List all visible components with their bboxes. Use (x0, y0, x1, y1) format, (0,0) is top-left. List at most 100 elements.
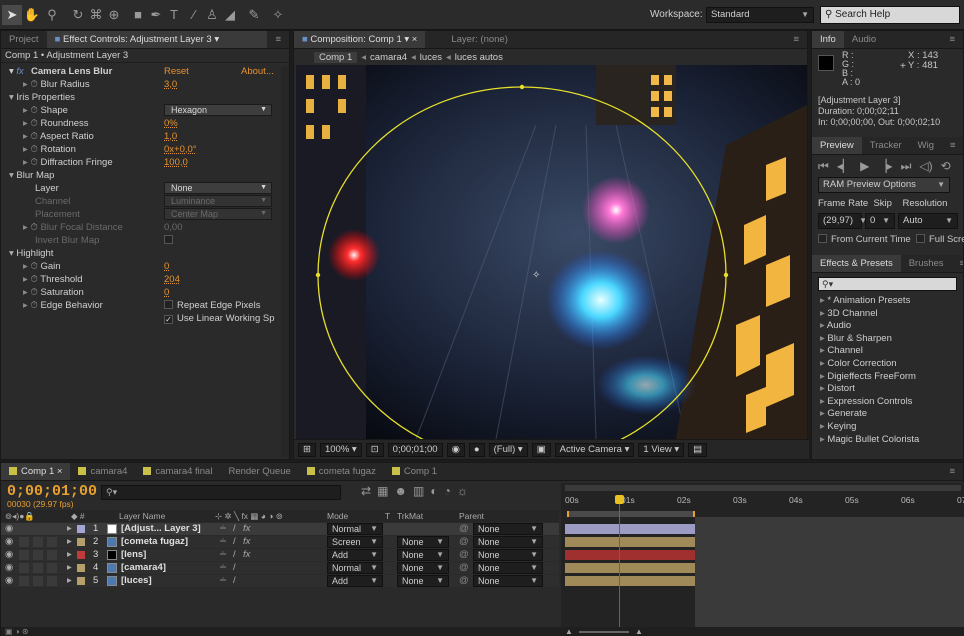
tab-layer[interactable]: Layer: (none) (443, 31, 516, 48)
stopwatch-icon[interactable]: ▸ ⏱ (23, 274, 40, 285)
effects-category-item[interactable]: ▸ Audio (812, 320, 963, 333)
layer-label-color[interactable] (77, 525, 85, 533)
layer-search-input[interactable]: ⚲▾ (101, 485, 341, 500)
brush-tool-icon[interactable]: ∕ (184, 5, 204, 25)
current-time-indicator[interactable] (619, 497, 620, 636)
from-current-time-checkbox[interactable] (818, 234, 827, 243)
pick-whip-icon[interactable]: @ (459, 562, 469, 574)
pick-whip-icon[interactable]: @ (459, 523, 469, 535)
fx-switch-icon[interactable]: fx (243, 536, 250, 548)
audio-toggle[interactable] (19, 550, 29, 560)
solo-toggle[interactable] (33, 563, 43, 573)
tab-timeline-comp[interactable]: Comp 1 (384, 463, 445, 480)
tab-tracker[interactable]: Tracker (862, 137, 910, 154)
pick-whip-icon[interactable]: @ (459, 536, 469, 548)
composition-viewer[interactable]: ✧ (296, 65, 807, 439)
effect-param-dropdown[interactable]: Hexagon ▼ (164, 104, 272, 116)
resolution-dropdown[interactable]: (Full) ▾ (488, 442, 528, 457)
layer-row[interactable]: ◉ ▸ 5 [luces] ∸ / Add ▼ None ▼ @ None ▼ (1, 575, 559, 587)
expand-layer-icon[interactable]: ▸ (67, 562, 72, 574)
effect-row[interactable]: Layer None ▼ (1, 182, 289, 195)
breadcrumb-camara4[interactable]: camara4 (370, 52, 407, 63)
layer-row[interactable]: ◉ ▸ 4 [camara4] ∸ / Normal ▼ None ▼ @ None ▼ (1, 562, 559, 574)
panel-menu-icon[interactable]: ≡ (941, 31, 963, 48)
stopwatch-icon[interactable]: ▸ ⏱ (23, 118, 40, 129)
layer-duration-bar[interactable] (565, 576, 695, 586)
zoom-dropdown[interactable]: 100% ▾ (319, 442, 362, 457)
layer-name[interactable]: [luces] (121, 575, 152, 587)
workspace-dropdown[interactable]: Standard ▼ (706, 7, 814, 23)
effect-param-checkbox[interactable]: ✓ Use Linear Working Sp (164, 312, 275, 325)
timecode-field[interactable]: 0;00;01;00 (387, 442, 443, 457)
zoom-in-icon[interactable]: ▲ (635, 627, 643, 636)
stopwatch-icon[interactable]: ▸ ⏱ (23, 261, 40, 272)
zoom-slider[interactable] (579, 631, 629, 633)
effect-row[interactable]: ▸ ⏱ Gain 0 (1, 260, 289, 273)
effect-param-checkbox[interactable] (164, 234, 177, 247)
draft-3d-icon[interactable]: ▦ (377, 484, 394, 498)
quality-switch[interactable]: / (233, 575, 236, 587)
pan-behind-tool-icon[interactable]: ⊕ (104, 5, 124, 25)
effect-row[interactable]: ▸ ⏱ Blur Focal Distance 0,00 (1, 221, 289, 234)
effect-row[interactable]: ▸ ⏱ Roundness 0% (1, 117, 289, 130)
pick-whip-icon[interactable]: @ (459, 575, 469, 587)
selection-tool-icon[interactable]: ➤ (2, 5, 22, 25)
tab-timeline-comp[interactable]: camara4 (70, 463, 135, 480)
layer-duration-bar[interactable] (565, 550, 695, 560)
view-layout-dropdown[interactable]: 1 View ▾ (638, 442, 685, 457)
effect-param-value[interactable]: 0 (164, 260, 169, 273)
panel-menu-icon[interactable]: ≡ (785, 31, 807, 48)
solo-toggle[interactable] (33, 524, 43, 534)
quality-switch[interactable]: / (233, 536, 236, 548)
parent-dropdown[interactable]: None ▼ (473, 575, 543, 587)
layer-duration-bar[interactable] (565, 537, 695, 547)
checkbox-icon[interactable] (164, 300, 173, 309)
effect-param-value[interactable]: 0,00 (164, 221, 183, 234)
effects-category-item[interactable]: ▸ Digieffects FreeForm (812, 371, 963, 384)
effects-category-item[interactable]: ▸ Color Correction (812, 358, 963, 371)
effect-row[interactable]: ▾ Iris Properties (1, 91, 289, 104)
effects-category-item[interactable]: ▸ Magic Bullet Colorista (812, 434, 963, 447)
tab-project[interactable]: Project (1, 31, 47, 48)
eraser-tool-icon[interactable]: ◢ (220, 5, 240, 25)
fast-preview-icon[interactable]: ▤ (688, 442, 708, 457)
effect-row[interactable]: Placement Center Map ▼ (1, 208, 289, 221)
tab-preview[interactable]: Preview (812, 137, 862, 154)
layer-label-color[interactable] (77, 564, 85, 572)
effect-row[interactable]: Channel Luminance ▼ (1, 195, 289, 208)
reset-link[interactable]: Reset (164, 65, 189, 78)
audio-toggle[interactable] (19, 524, 29, 534)
effect-row[interactable]: ▸ ⏱ Aspect Ratio 1,0 (1, 130, 289, 143)
safe-area-icon[interactable]: ⊡ (365, 442, 384, 457)
tab-composition[interactable]: ■ Composition: Comp 1 ▾ × (294, 31, 426, 48)
effect-param-dropdown[interactable]: Center Map ▼ (164, 208, 272, 220)
effect-param-dropdown[interactable]: Luminance ▼ (164, 195, 272, 207)
blend-mode-dropdown[interactable]: Normal ▼ (327, 562, 383, 574)
disclosure-triangle-icon[interactable]: ▸ (820, 320, 827, 331)
effect-param-value[interactable]: 1,0 (164, 130, 177, 143)
hand-tool-icon[interactable]: ✋ (22, 5, 42, 25)
search-help-input[interactable]: ⚲ Search Help (820, 6, 960, 24)
graph-editor-icon[interactable]: ◔ (444, 484, 457, 498)
stopwatch-icon[interactable]: ▸ ⏱ (23, 287, 40, 298)
panel-menu-icon[interactable]: ≡ (941, 463, 963, 480)
effects-category-item[interactable]: ▸ * Animation Presets (812, 295, 963, 308)
fx-switch-icon[interactable]: fx (243, 549, 250, 561)
effect-param-dropdown[interactable]: None ▼ (164, 182, 272, 194)
tab-timeline-comp[interactable]: Comp 1 × (1, 463, 71, 480)
effects-category-item[interactable]: ▸ Distort (812, 383, 963, 396)
layer-label-color[interactable] (77, 577, 85, 585)
layer-label-color[interactable] (77, 538, 85, 546)
camera-tool-icon[interactable]: ⌘ (86, 5, 106, 25)
effects-category-item[interactable]: ▸ 3D Channel (812, 308, 963, 321)
layer-name[interactable]: [cometa fugaz] (121, 536, 188, 548)
visibility-eye-icon[interactable]: ◉ (5, 536, 13, 548)
layer-duration-bar[interactable] (565, 563, 695, 573)
roto-brush-tool-icon[interactable]: ✎ (244, 5, 264, 25)
effect-row[interactable]: Invert Blur Map (1, 234, 289, 247)
effect-row[interactable]: ▾ Highlight (1, 247, 289, 260)
effect-param-value[interactable]: 0% (164, 117, 178, 130)
rotate-tool-icon[interactable]: ↻ (68, 5, 88, 25)
fx-icon[interactable]: ▾ fx (9, 65, 24, 78)
parent-dropdown[interactable]: None ▼ (473, 562, 543, 574)
